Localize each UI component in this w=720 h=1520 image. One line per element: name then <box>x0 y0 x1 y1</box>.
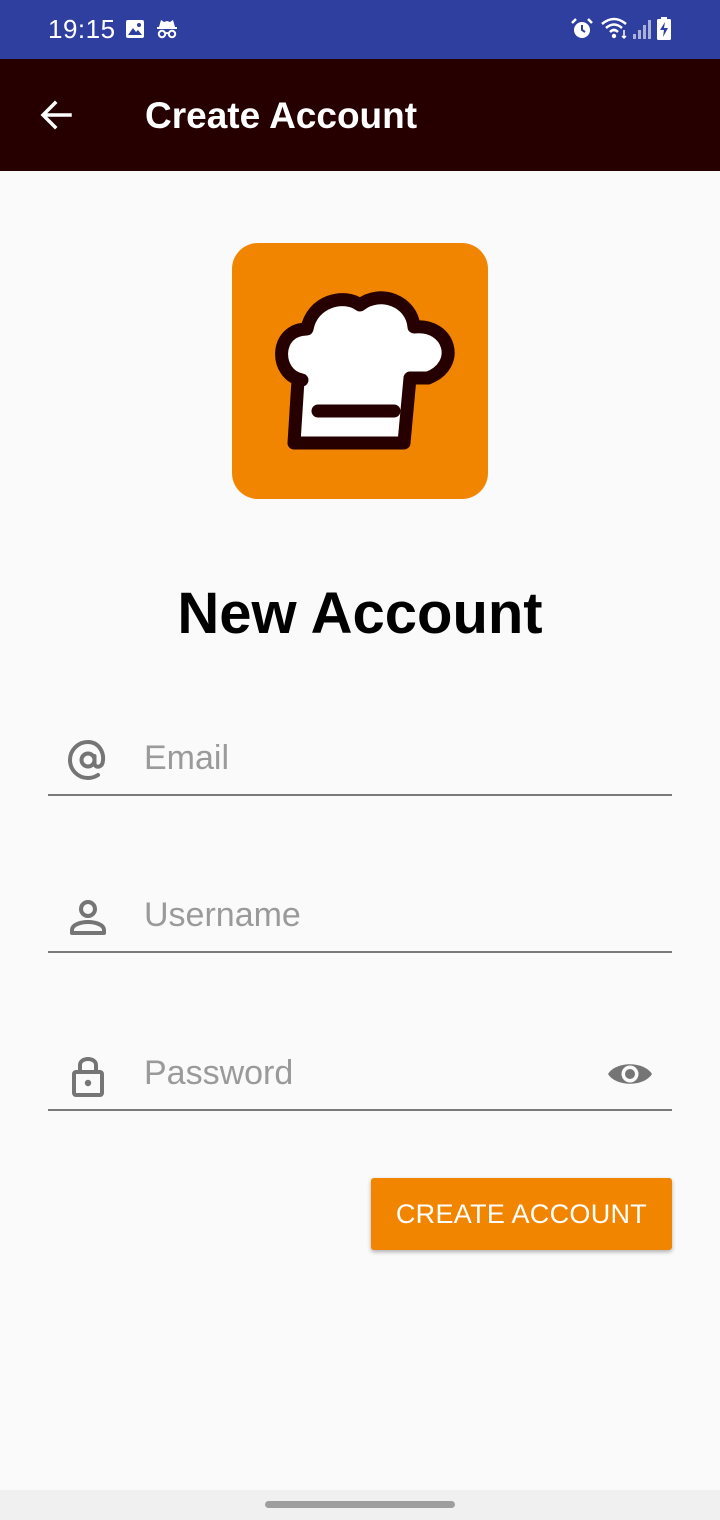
create-account-button[interactable]: CREATE ACCOUNT <box>371 1178 672 1250</box>
lock-icon <box>66 1053 110 1102</box>
password-visibility-toggle[interactable] <box>606 1051 658 1097</box>
email-input[interactable] <box>144 732 584 784</box>
app-bar: Create Account <box>0 59 720 171</box>
battery-charging-icon <box>656 17 672 46</box>
username-field[interactable] <box>48 881 672 953</box>
password-input[interactable] <box>144 1047 584 1099</box>
eye-icon <box>606 1064 654 1101</box>
status-bar: 19:15 <box>0 0 720 59</box>
navigation-bar <box>0 1490 720 1520</box>
person-icon <box>66 895 110 944</box>
password-field[interactable] <box>48 1039 672 1111</box>
wifi-icon <box>600 16 630 45</box>
at-icon <box>66 738 110 787</box>
username-input[interactable] <box>144 889 584 941</box>
alarm-icon <box>570 17 594 46</box>
back-button[interactable] <box>24 83 88 147</box>
image-icon <box>125 19 145 44</box>
app-bar-title: Create Account <box>145 95 418 136</box>
status-time: 19:15 <box>48 14 116 44</box>
signal-icon <box>632 18 652 45</box>
incognito-icon <box>155 17 179 46</box>
app-logo <box>232 243 488 499</box>
page-heading: New Account <box>177 581 543 646</box>
email-field[interactable] <box>48 724 672 796</box>
gesture-handle[interactable] <box>265 1501 455 1508</box>
